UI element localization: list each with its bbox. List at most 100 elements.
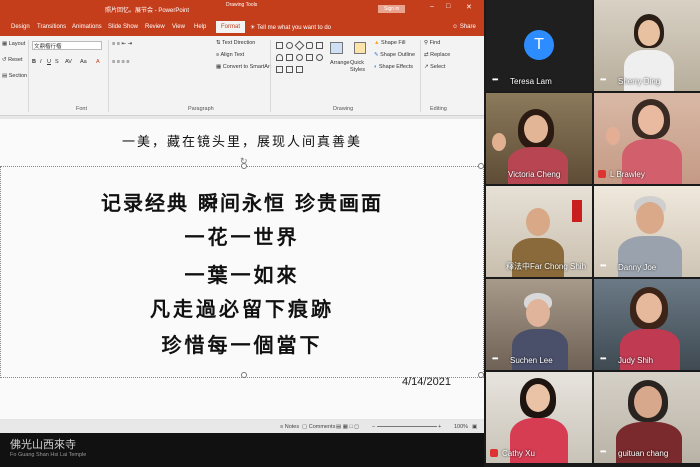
participant-face (526, 384, 550, 412)
arrow-shape-icon[interactable] (286, 54, 293, 61)
participant-face (638, 105, 664, 135)
oval-shape-icon[interactable] (286, 42, 293, 49)
tell-me-search[interactable]: ☀ Tell me what you want to do (250, 24, 331, 31)
resize-handle-bottom[interactable] (241, 372, 247, 378)
shape-effects-button[interactable]: ◐ Shape Effects (374, 64, 413, 70)
bullets-icon[interactable]: ≡ ≡ ⇤ ⇥ (112, 41, 132, 47)
more-options-icon[interactable]: ••• (600, 354, 606, 363)
circle-shape-icon[interactable] (296, 54, 303, 61)
replace-button[interactable]: ⇄ Replace (424, 52, 450, 58)
slide-subtitle[interactable]: 一美，藏在镜头里，展现人间真善美 (0, 131, 484, 150)
participant-tile[interactable]: Victoria Cheng (486, 93, 592, 184)
underline-icon[interactable]: U (47, 59, 51, 65)
find-button[interactable]: ⚲ Find (424, 40, 440, 46)
change-case-icon[interactable]: Aa (80, 59, 87, 65)
arrange-icon[interactable] (330, 42, 343, 54)
shape-fill-button[interactable]: ▲ Shape Fill (374, 40, 405, 46)
rounded-rect-shape-icon[interactable] (306, 42, 313, 49)
align-text-button[interactable]: ≡ Align Text (216, 52, 244, 58)
participant-tile[interactable]: T ••• Teresa Lam (486, 0, 592, 91)
participant-name: Cathy Xu (502, 449, 535, 458)
diamond-shape-icon[interactable] (294, 40, 305, 51)
slide-text-line-1: 记录经典 瞬间永恒 珍贵画面 (101, 191, 383, 215)
arc-shape-icon[interactable] (276, 54, 283, 61)
watermark-chinese: 佛光山西來寺 (10, 438, 76, 451)
tab-transitions[interactable]: Transitions (37, 24, 66, 30)
quick-styles-icon[interactable] (354, 42, 366, 54)
tab-format[interactable]: Format (216, 21, 246, 33)
line-shape-icon[interactable] (276, 66, 283, 73)
tab-help[interactable]: Help (194, 24, 206, 30)
layout-label: Layout (8, 41, 26, 47)
bracket-shape-icon[interactable] (286, 66, 293, 73)
shadow-icon[interactable]: S (55, 59, 59, 65)
slide-date[interactable]: 4/14/2021 (402, 376, 451, 388)
participant-tile[interactable]: ••• Danny Joe (594, 186, 700, 277)
comments-button[interactable]: ▢ Comments (302, 424, 335, 430)
shape-outline-button[interactable]: ✎ Shape Outline (374, 52, 415, 58)
group-label-editing: Editing (430, 106, 447, 112)
tab-animations[interactable]: Animations (72, 24, 102, 30)
more-options-icon[interactable]: ••• (492, 354, 498, 363)
bold-icon[interactable]: B (32, 59, 36, 65)
alignment-icons[interactable]: ≡ ≡ ≡ ≡ (112, 59, 129, 65)
reset-button[interactable]: ↺ Reset (2, 57, 23, 63)
sign-in-button[interactable]: Sign in (378, 5, 406, 13)
quick-styles-button[interactable]: Quick Styles (350, 60, 374, 74)
tab-review[interactable]: Review (145, 24, 165, 30)
group-separator (270, 40, 271, 112)
tab-slide-show[interactable]: Slide Show (108, 24, 138, 30)
more-options-icon[interactable]: ••• (600, 261, 606, 270)
view-buttons-icon[interactable]: ▤ ▦ □ ◻ (336, 424, 359, 430)
participant-tile[interactable]: ••• Judy Shih (594, 279, 700, 370)
font-name-select[interactable]: 文鼎楷行楷 (32, 41, 102, 50)
restore-icon[interactable]: □ (446, 3, 450, 10)
close-icon[interactable]: ✕ (466, 3, 472, 11)
star-shape-icon[interactable] (306, 54, 313, 61)
participant-tile[interactable]: L Brawley (594, 93, 700, 184)
layout-button[interactable]: ▦ Layout (2, 41, 25, 47)
zoom-level[interactable]: 100% (454, 424, 468, 430)
select-button[interactable]: ↗ Select (424, 64, 445, 70)
share-button[interactable]: ☺ Share (452, 24, 476, 30)
textbox-shape-icon[interactable] (316, 42, 323, 49)
more-options-icon[interactable]: ••• (492, 75, 498, 84)
fit-slide-icon[interactable]: ▣ (472, 424, 477, 430)
text-direction-label: Text Direction (222, 40, 256, 46)
participant-tile[interactable]: ••• guituan chang (594, 372, 700, 463)
callout-shape-icon[interactable] (296, 66, 303, 73)
share-label: Share (459, 24, 476, 30)
participant-tile[interactable]: ••• Suchen Lee (486, 279, 592, 370)
minimize-icon[interactable]: – (430, 3, 434, 10)
window-title: 照片回忆。展节会 - PowerPoint (105, 8, 190, 14)
notes-button[interactable]: ≡ Notes (280, 424, 299, 430)
participant-tile[interactable]: Cathy Xu (486, 372, 592, 463)
muted-mic-icon (598, 170, 606, 178)
smiley-shape-icon[interactable] (316, 54, 323, 61)
zoom-slider[interactable]: – + (372, 424, 441, 430)
character-spacing-icon[interactable]: AV (65, 59, 72, 65)
more-options-icon[interactable]: ••• (600, 75, 606, 84)
participant-name: guituan chang (618, 449, 669, 458)
resize-handle-top[interactable] (241, 163, 247, 169)
slide-canvas[interactable]: 一美，藏在镜头里，展现人间真善美 ↻ 记录经典 瞬间永恒 珍贵画面 一花一世界 … (0, 119, 484, 419)
arrange-button[interactable]: Arrange (330, 60, 350, 66)
drawing-tools-label: Drawing Tools (226, 2, 258, 8)
comments-label: Comments (308, 424, 336, 430)
text-direction-button[interactable]: ⇅ Text Direction (216, 40, 255, 46)
italic-icon[interactable]: I (40, 59, 42, 65)
more-options-icon[interactable]: ••• (600, 447, 606, 456)
tab-view[interactable]: View (172, 24, 185, 30)
participant-face (636, 293, 662, 323)
slide-edit-area: 一美，藏在镜头里，展现人间真善美 ↻ 记录经典 瞬间永恒 珍贵画面 一花一世界 … (0, 117, 484, 421)
font-color-icon[interactable]: A (96, 59, 100, 65)
rectangle-shape-icon[interactable] (276, 42, 283, 49)
convert-smartart-button[interactable]: ▦ Convert to SmartArt (216, 64, 271, 70)
participant-name: L Brawley (610, 170, 645, 179)
group-label-drawing: Drawing (333, 106, 354, 112)
section-button[interactable]: ▤ Section (2, 73, 27, 79)
participant-tile[interactable]: 釋法中Far Chong Shih (486, 186, 592, 277)
tab-design[interactable]: Design (11, 24, 30, 30)
participant-tile[interactable]: ••• Sherry Ding (594, 0, 700, 91)
ribbon-tabs: Design Transitions Animations Slide Show… (0, 20, 484, 36)
